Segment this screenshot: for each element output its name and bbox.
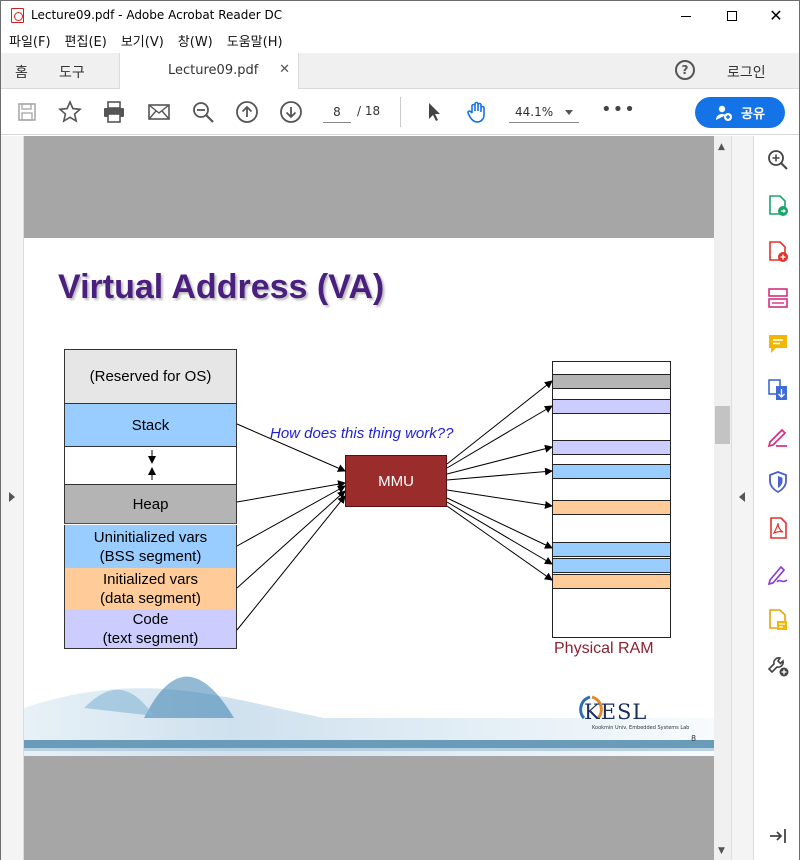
segment-code: Code (text segment) — [64, 609, 237, 649]
tab-bar: 홈 도구 Lecture09.pdf ✕ ? 로그인 — [1, 53, 799, 90]
segment-bss: Uninitialized vars (BSS segment) — [64, 525, 237, 568]
segment-code-line2: (text segment) — [102, 629, 199, 647]
toolbar: 8 / 18 44.1% ••• — [1, 89, 799, 135]
share-label: 공유 — [741, 107, 765, 122]
collapse-right-icon — [739, 492, 745, 502]
fill-sign-icon[interactable] — [766, 424, 790, 448]
menu-window[interactable]: 창(W) — [178, 31, 213, 53]
more-tools-wrench-icon[interactable] — [766, 654, 790, 678]
kesl-logo-subtitle: Kookmin Univ. Embedded Systems Lab — [592, 725, 690, 731]
next-page-icon[interactable] — [279, 100, 303, 124]
question-text: How does this thing work?? — [270, 425, 454, 442]
menu-edit[interactable]: 편집(E) — [65, 31, 107, 53]
stamp-note-icon[interactable] — [766, 608, 790, 632]
add-user-icon — [716, 105, 733, 121]
collapse-pane-icon[interactable] — [766, 824, 790, 848]
maximize-button[interactable] — [709, 1, 755, 31]
vertical-scrollbar[interactable]: ▲ ▼ — [714, 136, 731, 860]
mmu-box: MMU — [345, 455, 447, 507]
segment-data: Initialized vars (data segment) — [64, 568, 237, 609]
ram-block-data-2 — [552, 574, 671, 589]
search-zoom-icon[interactable] — [766, 148, 790, 172]
tools-pane — [753, 136, 799, 860]
minimize-icon — [681, 15, 691, 17]
select-cursor-icon[interactable] — [422, 100, 446, 124]
scroll-down-icon[interactable]: ▼ — [718, 846, 725, 856]
tab-tools[interactable]: 도구 — [59, 62, 85, 82]
combine-files-icon[interactable] — [766, 378, 790, 402]
left-panel-toggle[interactable] — [1, 136, 24, 860]
segment-reserved: (Reserved for OS) — [64, 349, 237, 403]
menu-help[interactable]: 도움말(H) — [227, 31, 283, 53]
ram-block-data — [552, 500, 671, 515]
close-tab-icon[interactable]: ✕ — [279, 62, 290, 77]
slide-title: Virtual Address (VA) — [58, 268, 385, 306]
zoom-value: 44.1% — [515, 105, 554, 119]
close-window-button[interactable]: ✕ — [753, 1, 799, 31]
hand-tool-icon[interactable] — [465, 100, 489, 124]
segment-heap: Heap — [64, 484, 237, 524]
kesl-logo-text: KESL — [584, 700, 648, 724]
close-icon: ✕ — [769, 6, 783, 25]
zoom-out-icon[interactable] — [191, 100, 215, 124]
protect-shield-icon[interactable] — [766, 470, 790, 494]
window-title: Lecture09.pdf - Adobe Acrobat Reader DC — [31, 8, 283, 22]
login-button[interactable]: 로그인 — [727, 62, 766, 82]
page-number-input[interactable]: 8 — [323, 101, 351, 123]
save-icon[interactable] — [15, 100, 39, 124]
ram-block-bss — [552, 542, 671, 557]
segment-bss-line1: Uninitialized vars — [93, 528, 208, 546]
send-for-signature-icon[interactable] — [766, 562, 790, 586]
share-button[interactable]: 공유 — [695, 97, 785, 128]
segment-data-line1: Initialized vars — [102, 570, 199, 588]
bookmark-star-icon[interactable] — [58, 100, 82, 124]
tab-home[interactable]: 홈 — [15, 62, 28, 82]
email-icon[interactable] — [147, 100, 171, 124]
acrobat-pdf-tool-icon[interactable] — [766, 516, 790, 540]
segment-free-space — [64, 446, 237, 484]
physical-ram-label: Physical RAM — [554, 640, 654, 657]
previous-page-icon[interactable] — [235, 100, 259, 124]
acrobat-window: Lecture09.pdf - Adobe Acrobat Reader DC … — [0, 0, 800, 860]
ram-block-reserved — [552, 374, 671, 389]
expand-left-icon — [9, 492, 15, 502]
minimize-button[interactable] — [663, 1, 709, 31]
slide-number: 8 — [691, 734, 697, 743]
segment-data-line2: (data segment) — [100, 589, 201, 607]
export-pdf-icon[interactable] — [766, 194, 790, 218]
segment-code-line1: Code — [132, 610, 169, 628]
more-tools-icon[interactable]: ••• — [601, 101, 636, 119]
create-pdf-icon[interactable] — [766, 240, 790, 264]
menu-file[interactable]: 파일(F) — [9, 31, 51, 53]
zoom-select[interactable]: 44.1% — [509, 101, 579, 123]
print-icon[interactable] — [102, 100, 126, 124]
ram-block-stack — [552, 464, 671, 479]
ram-block-code-2 — [552, 440, 671, 455]
edit-pdf-icon[interactable] — [766, 286, 790, 310]
right-panel-toggle[interactable] — [731, 136, 753, 860]
scrollbar-thumb[interactable] — [715, 406, 730, 444]
help-icon[interactable]: ? — [675, 60, 695, 80]
acrobat-pdf-icon — [11, 8, 24, 23]
ram-block-code — [552, 399, 671, 414]
toolbar-divider — [400, 97, 401, 127]
ram-block-bss-2 — [552, 558, 671, 573]
segment-stack: Stack — [64, 403, 237, 446]
menu-bar: 파일(F) 편집(E) 보기(V) 창(W) 도움말(H) — [1, 31, 799, 53]
page-total: / 18 — [357, 104, 381, 118]
pdf-page: Virtual Address (VA) (Reserved for OS) S… — [24, 238, 714, 756]
menu-view[interactable]: 보기(V) — [121, 31, 164, 53]
tab-document-label: Lecture09.pdf — [168, 63, 259, 78]
scroll-up-icon[interactable]: ▲ — [718, 142, 725, 152]
comment-icon[interactable] — [766, 332, 790, 356]
tab-document[interactable]: Lecture09.pdf ✕ — [119, 53, 299, 90]
document-canvas[interactable]: Virtual Address (VA) (Reserved for OS) S… — [24, 136, 714, 860]
chevron-down-icon — [565, 110, 573, 115]
title-bar: Lecture09.pdf - Adobe Acrobat Reader DC … — [1, 1, 799, 31]
maximize-icon — [727, 11, 737, 21]
segment-bss-line2: (BSS segment) — [99, 547, 202, 565]
